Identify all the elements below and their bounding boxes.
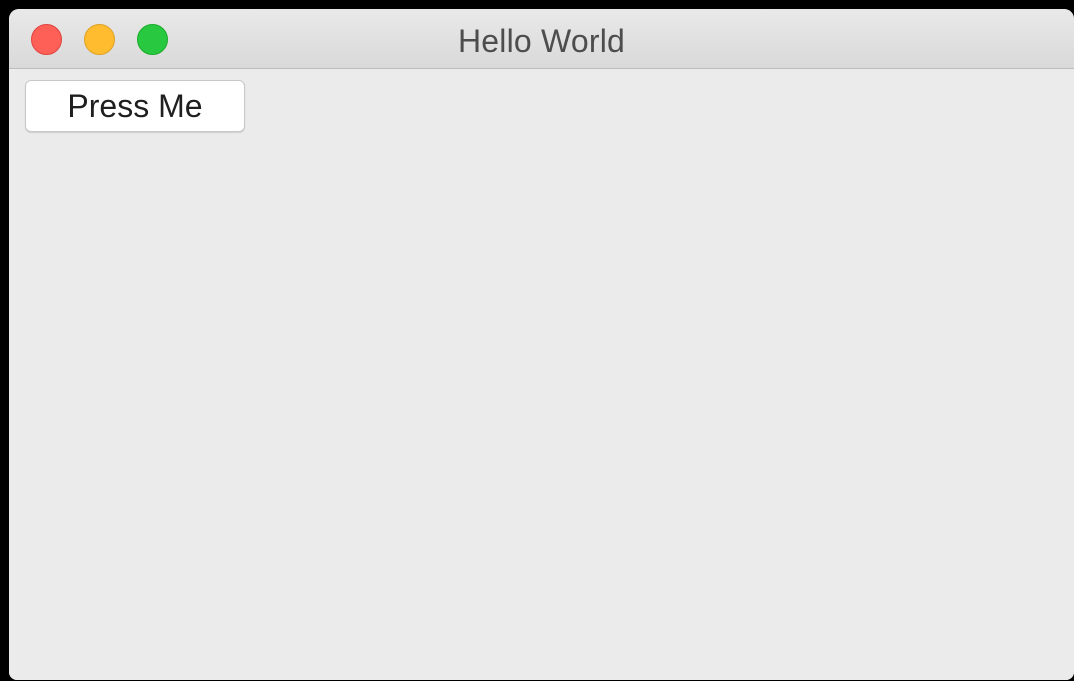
press-me-button[interactable]: Press Me	[25, 80, 245, 132]
app-window: Hello World Press Me	[9, 9, 1074, 680]
window-content: Press Me	[9, 69, 1074, 680]
window-title: Hello World	[458, 23, 625, 59]
title-bar[interactable]: Hello World	[9, 9, 1074, 69]
